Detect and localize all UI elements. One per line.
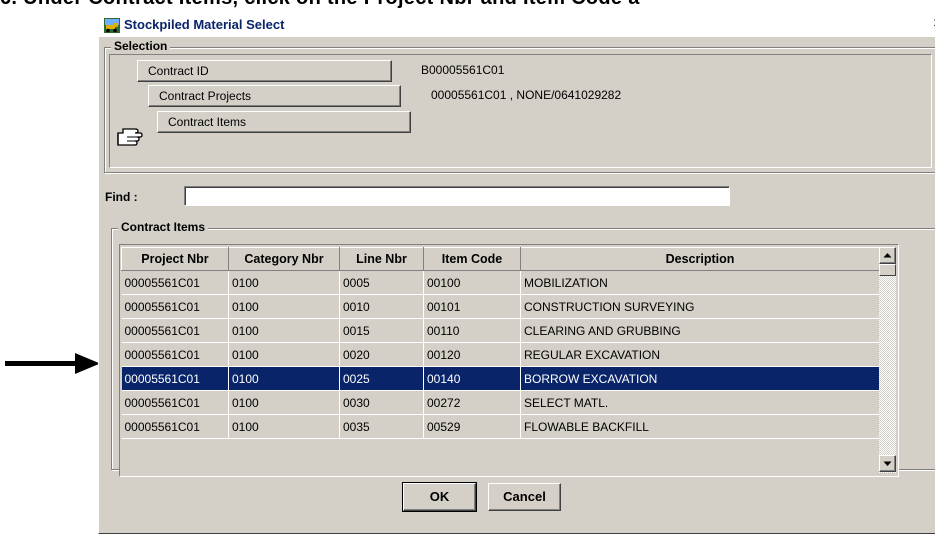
table-row[interactable]: 00005561C01 0100 0015 00110 CLEARING AND… [121,318,880,343]
contract-id-value: B00005561C01 [421,63,505,77]
contract-projects-value: 00005561C01 , NONE/0641029282 [431,88,622,102]
cell-description: MOBILIZATION [520,270,880,295]
cell-description: CONSTRUCTION SURVEYING [520,294,880,319]
cancel-button[interactable]: Cancel [488,483,561,511]
cell-line-nbr: 0035 [339,414,424,439]
column-header-line-nbr[interactable]: Line Nbr [339,247,424,271]
contract-items-group-label: Contract Items [118,220,209,234]
table-row[interactable]: 00005561C01 0100 0035 00529 FLOWABLE BAC… [121,414,880,439]
contract-items-grid: Project Nbr Category Nbr Line Nbr Item C… [119,244,899,477]
stockpile-app-icon [104,18,120,33]
cell-category-nbr: 0100 [228,414,340,439]
table-row[interactable]: 00005561C01 0100 0030 00272 SELECT MATL. [121,390,880,415]
selection-group-label: Selection [111,39,171,53]
right-arrow-icon [5,353,100,374]
contract-projects-button[interactable]: Contract Projects [148,85,401,107]
cell-project-nbr: 00005561C01 [121,414,229,439]
pointing-hand-icon [117,128,143,146]
table-row[interactable]: 00005561C01 0100 0010 00101 CONSTRUCTION… [121,294,880,319]
cell-line-nbr: 0020 [339,342,424,367]
find-input[interactable] [184,186,730,206]
cell-project-nbr: 00005561C01 [121,294,229,319]
cell-project-nbr: 00005561C01 [121,342,229,367]
column-header-category-nbr[interactable]: Category Nbr [228,247,340,271]
title-bar: Stockpiled Material Select × [99,15,935,37]
cell-project-nbr: 00005561C01 [121,318,229,343]
cell-description: BORROW EXCAVATION [520,366,880,391]
cell-line-nbr: 0010 [339,294,424,319]
cell-line-nbr: 0025 [339,366,424,391]
cell-category-nbr: 0100 [228,342,340,367]
contract-id-button[interactable]: Contract ID [137,60,392,82]
scroll-down-button[interactable] [879,455,896,472]
instruction-text: 6. Under Contract Items, click on the Pr… [0,0,640,10]
cell-description: FLOWABLE BACKFILL [520,414,880,439]
selection-panel: Contract ID B00005561C01 Contract Projec… [109,54,932,168]
scroll-down-arrow-icon [883,461,892,466]
cell-item-code: 00140 [423,366,521,391]
vertical-scrollbar[interactable] [879,247,896,473]
cell-item-code: 00101 [423,294,521,319]
cell-item-code: 00529 [423,414,521,439]
column-header-description[interactable]: Description [520,247,880,271]
selection-group: Selection Contract ID B00005561C01 Contr… [104,39,935,173]
cell-description: CLEARING AND GRUBBING [520,318,880,343]
table-header-row: Project Nbr Category Nbr Line Nbr Item C… [121,247,880,271]
cell-category-nbr: 0100 [228,366,340,391]
cell-category-nbr: 0100 [228,270,340,295]
window-title: Stockpiled Material Select [124,17,285,32]
contract-items-table: Project Nbr Category Nbr Line Nbr Item C… [121,247,880,439]
scroll-up-arrow-icon [883,253,892,258]
cell-item-code: 00100 [423,270,521,295]
cell-line-nbr: 0005 [339,270,424,295]
cell-item-code: 00272 [423,390,521,415]
cell-item-code: 00110 [423,318,521,343]
table-row[interactable]: 00005561C01 0100 0020 00120 REGULAR EXCA… [121,342,880,367]
cell-project-nbr: 00005561C01 [121,270,229,295]
find-label: Find : [105,190,138,204]
contract-items-button[interactable]: Contract Items [157,111,411,133]
stockpiled-material-dialog: Stockpiled Material Select × Selection C… [98,14,935,534]
table-row[interactable]: 00005561C01 0100 0005 00100 MOBILIZATION [121,270,880,295]
close-button[interactable]: × [930,15,935,33]
column-header-project-nbr[interactable]: Project Nbr [121,247,229,271]
cell-description: SELECT MATL. [520,390,880,415]
cell-category-nbr: 0100 [228,318,340,343]
cell-project-nbr: 00005561C01 [121,366,229,391]
scroll-thumb[interactable] [879,264,896,276]
cell-category-nbr: 0100 [228,294,340,319]
scroll-up-button[interactable] [879,247,896,264]
cell-line-nbr: 0030 [339,390,424,415]
cell-line-nbr: 0015 [339,318,424,343]
cell-category-nbr: 0100 [228,390,340,415]
cell-description: REGULAR EXCAVATION [520,342,880,367]
column-header-item-code[interactable]: Item Code [423,247,521,271]
cell-item-code: 00120 [423,342,521,367]
cell-project-nbr: 00005561C01 [121,390,229,415]
ok-button[interactable]: OK [402,482,477,512]
table-row-selected[interactable]: 00005561C01 0100 0025 00140 BORROW EXCAV… [121,366,880,391]
